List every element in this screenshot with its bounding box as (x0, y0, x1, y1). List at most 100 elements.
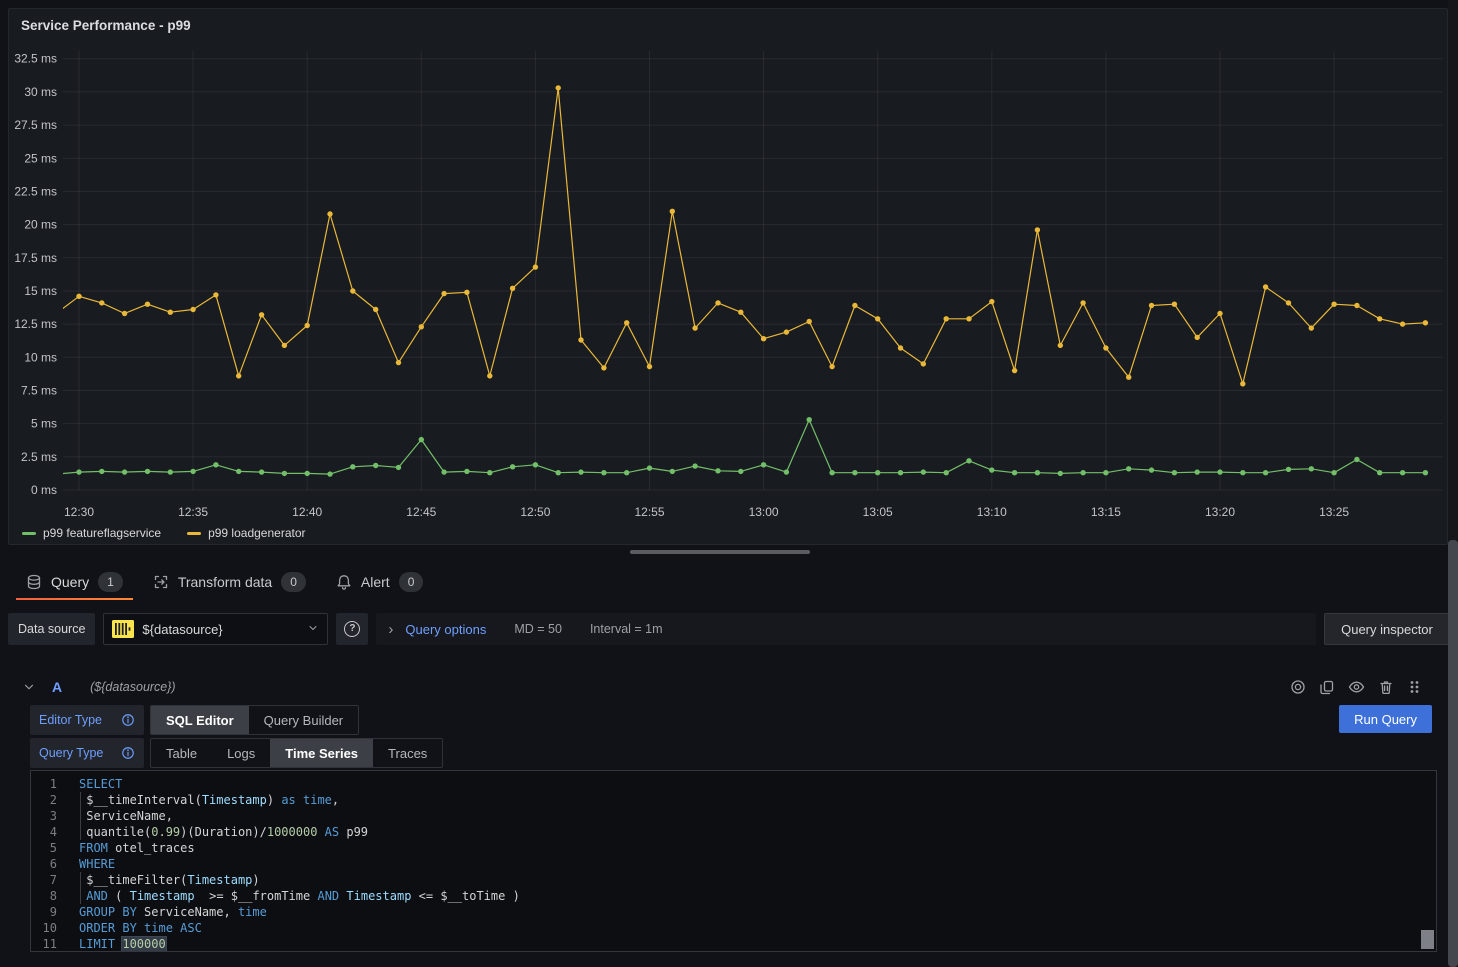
line-number: 3 (31, 808, 57, 824)
legend-item-p99-featureflagservice[interactable]: p99 featureflagservice (22, 526, 161, 540)
code-token (296, 793, 303, 807)
data-point (921, 361, 926, 366)
y-axis-tick-label: 22.5 ms (14, 184, 57, 198)
code-token: Timestamp (202, 793, 267, 807)
duplicate-query-icon[interactable] (1319, 679, 1335, 695)
info-icon[interactable] (121, 746, 135, 760)
code-line[interactable]: 9GROUP BY ServiceName, time (31, 904, 1436, 920)
data-point (1423, 320, 1428, 325)
data-point (556, 470, 561, 475)
code-line[interactable]: 1SELECT (31, 776, 1436, 792)
service-performance-panel: Service Performance - p99 0 ms2.5 ms5 ms… (8, 8, 1448, 545)
record-query-icon[interactable] (1290, 679, 1306, 695)
horizontal-scrollbar-thumb[interactable] (630, 550, 810, 554)
data-point (396, 360, 401, 365)
code-token: 1000000 (267, 825, 318, 839)
data-point (1195, 335, 1200, 340)
data-point (510, 286, 515, 291)
data-point (145, 469, 150, 474)
indent-guide (80, 888, 81, 904)
data-point (1172, 470, 1177, 475)
data-point (1012, 368, 1017, 373)
run-query-button[interactable]: Run Query (1339, 705, 1432, 733)
legend-series-label: p99 loadgenerator (208, 526, 305, 540)
page-scrollbar-thumb[interactable] (1448, 540, 1458, 967)
data-point (1012, 470, 1017, 475)
data-point (145, 302, 150, 307)
data-point (1149, 303, 1154, 308)
info-icon[interactable] (121, 713, 135, 727)
query-type-option-time-series[interactable]: Time Series (270, 739, 373, 767)
code-line[interactable]: 7 $__timeFilter(Timestamp) (31, 872, 1436, 888)
data-point (738, 469, 743, 474)
code-line[interactable]: 2 $__timeInterval(Timestamp) as time, (31, 792, 1436, 808)
drag-handle-icon[interactable] (1407, 679, 1422, 695)
collapse-query-chevron-icon[interactable] (22, 680, 36, 694)
code-line[interactable]: 5FROM otel_traces (31, 840, 1436, 856)
x-axis-tick-label: 13:25 (1319, 505, 1349, 519)
data-point (601, 365, 606, 370)
data-point (761, 462, 766, 467)
data-point (122, 469, 127, 474)
code-line[interactable]: 11LIMIT 100000 (31, 936, 1436, 952)
code-token: otel_traces (108, 841, 195, 855)
query-type-option-table[interactable]: Table (151, 739, 212, 767)
data-point (190, 469, 195, 474)
legend-item-p99-loadgenerator[interactable]: p99 loadgenerator (187, 526, 305, 540)
editor-scrollbar-thumb[interactable] (1421, 930, 1434, 949)
tab-count-badge: 1 (98, 572, 123, 592)
tab-transform-data[interactable]: Transform data0 (141, 564, 318, 600)
code-token: SELECT (79, 777, 122, 791)
delete-query-trash-icon[interactable] (1378, 679, 1394, 695)
data-point (1286, 300, 1291, 305)
datasource-help-button[interactable]: ? (336, 613, 368, 645)
data-point (1080, 300, 1085, 305)
code-line[interactable]: 6WHERE (31, 856, 1436, 872)
data-point (99, 300, 104, 305)
code-line[interactable]: 3 ServiceName, (31, 808, 1436, 824)
data-point (556, 85, 561, 90)
code-line[interactable]: 10ORDER BY time ASC (31, 920, 1436, 936)
bell-icon (336, 574, 352, 590)
data-point (875, 470, 880, 475)
datasource-picker[interactable]: ${datasource} (103, 613, 328, 645)
query-ref-id[interactable]: A (52, 679, 62, 695)
x-axis-tick-label: 13:05 (863, 505, 893, 519)
code-line[interactable]: 4 quantile(0.99)(Duration)/1000000 AS p9… (31, 824, 1436, 840)
datasource-label: Data source (8, 613, 95, 645)
tab-query[interactable]: Query1 (14, 564, 135, 600)
editor-type-option-query-builder[interactable]: Query Builder (249, 706, 358, 734)
indent-guide (80, 792, 81, 808)
page-scrollbar-track[interactable] (1448, 0, 1458, 967)
hide-query-eye-icon[interactable] (1348, 679, 1365, 695)
timeseries-chart[interactable]: 0 ms2.5 ms5 ms7.5 ms10 ms12.5 ms15 ms17.… (9, 39, 1449, 529)
data-point (487, 470, 492, 475)
code-token: as (281, 793, 295, 807)
code-line[interactable]: 8 AND ( Timestamp >= $__fromTime AND Tim… (31, 888, 1436, 904)
editor-type-option-sql-editor[interactable]: SQL Editor (151, 706, 249, 734)
data-point (624, 320, 629, 325)
tab-alert[interactable]: Alert0 (324, 564, 435, 600)
line-number: 7 (31, 872, 57, 888)
query-inspector-button[interactable]: Query inspector (1324, 613, 1450, 645)
data-point (1126, 466, 1131, 471)
code-token: time (144, 921, 173, 935)
query-type-option-traces[interactable]: Traces (373, 739, 442, 767)
sql-code-editor[interactable]: 1SELECT2 $__timeInterval(Timestamp) as t… (30, 770, 1437, 952)
data-point (533, 264, 538, 269)
y-axis-tick-label: 20 ms (24, 218, 57, 232)
data-point (1354, 457, 1359, 462)
line-content: LIMIT 100000 (57, 936, 166, 952)
x-axis-tick-label: 12:50 (520, 505, 550, 519)
data-point (578, 337, 583, 342)
query-type-option-logs[interactable]: Logs (212, 739, 270, 767)
y-axis-tick-label: 0 ms (31, 483, 57, 497)
code-token: AS (325, 825, 339, 839)
y-axis-tick-label: 17.5 ms (14, 251, 57, 265)
chevron-right-icon[interactable]: › (388, 621, 393, 638)
query-options-toggle[interactable]: Query options (405, 622, 486, 637)
data-point (1263, 470, 1268, 475)
series-p99-featureflagservice (56, 417, 1428, 477)
code-token: 0.99 (151, 825, 180, 839)
data-point (829, 364, 834, 369)
